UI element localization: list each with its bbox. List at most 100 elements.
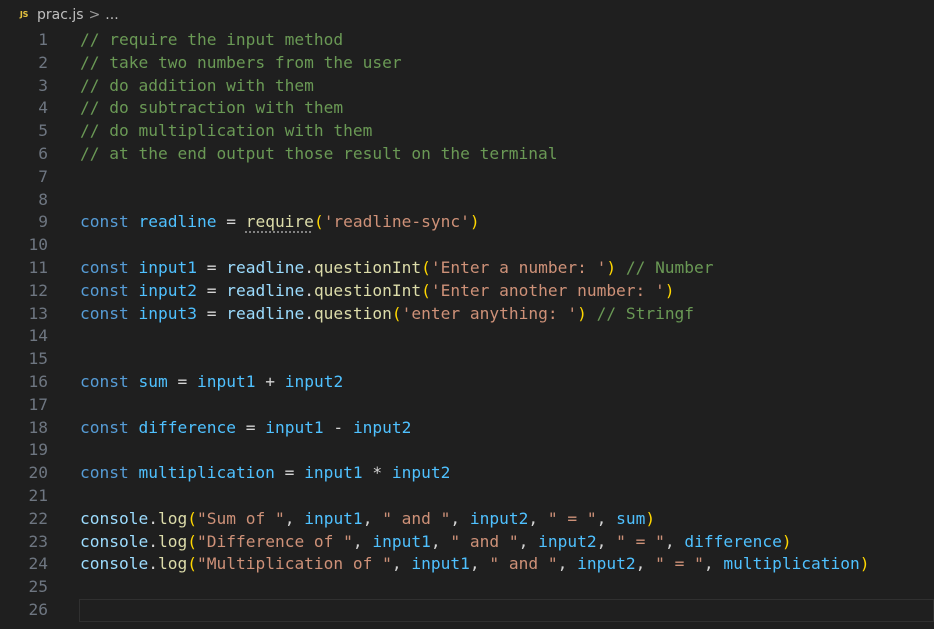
code-token: input3	[138, 303, 197, 323]
line-number: 24	[28, 554, 49, 574]
code-token: )	[664, 280, 675, 300]
code-token: ,	[596, 508, 617, 528]
code-token: readline	[226, 257, 305, 277]
code-line[interactable]: 18 const difference = input1 - input2	[0, 417, 934, 440]
code-token: // do addition with them	[80, 75, 314, 95]
code-token: const	[80, 463, 129, 483]
code-token: difference	[684, 531, 782, 551]
code-line[interactable]: 23 console.log("Difference of ", input1, …	[0, 531, 934, 554]
code-token: input2	[138, 280, 197, 300]
code-token: " and "	[450, 531, 519, 551]
code-token: =	[216, 212, 246, 232]
code-line[interactable]: 14	[0, 325, 934, 348]
code-line[interactable]: 4 // do subtraction with them	[0, 97, 934, 120]
code-token: ,	[430, 531, 451, 551]
code-token: console	[80, 531, 149, 551]
code-text: // take two numbers from the user	[80, 52, 402, 75]
code-token: =	[196, 303, 227, 323]
code-token: input2	[469, 508, 529, 528]
code-token: (	[187, 531, 197, 551]
code-token: // do multiplication with them	[80, 121, 373, 141]
code-token: input2	[538, 531, 597, 551]
current-line-highlight	[79, 598, 934, 622]
line-number: 9	[38, 212, 48, 232]
line-number: 15	[28, 349, 49, 369]
code-token: "Difference of "	[196, 531, 353, 551]
code-token: log	[157, 508, 188, 528]
code-line[interactable]: 9 const readline = require('readline-sync…	[0, 211, 934, 234]
line-number: 25	[28, 577, 49, 597]
code-token: -	[323, 417, 353, 437]
code-line[interactable]: 17	[0, 394, 934, 417]
code-line[interactable]: 21	[0, 485, 934, 508]
code-line[interactable]: 2 // take two numbers from the user	[0, 52, 934, 75]
code-text: // require the input method	[80, 29, 343, 52]
line-number: 1	[38, 30, 48, 49]
code-token: input1	[265, 417, 324, 437]
code-line[interactable]: 15	[0, 348, 934, 371]
code-token: // require the input method	[80, 30, 344, 49]
line-number: 20	[28, 463, 49, 483]
code-line[interactable]: 22 console.log("Sum of ", input1, " and "…	[0, 508, 934, 531]
line-number: 4	[38, 98, 48, 118]
code-token: const	[80, 371, 129, 391]
code-line[interactable]: 6 // at the end output those result on th…	[0, 143, 934, 166]
code-token: )	[859, 554, 870, 574]
code-line[interactable]: 5 // do multiplication with them	[0, 120, 934, 143]
code-token: // Stringf	[596, 303, 695, 323]
code-token: input1	[138, 257, 197, 277]
code-line[interactable]: 1 // require the input method	[0, 29, 934, 52]
code-token: input1	[304, 508, 363, 528]
code-token: " = "	[616, 531, 665, 551]
code-token: )	[645, 508, 656, 528]
code-token: 'Enter a number: '	[430, 257, 607, 277]
line-number: 21	[28, 485, 49, 505]
code-token: " = "	[655, 554, 704, 574]
code-token: ,	[664, 531, 685, 551]
code-token: ,	[352, 531, 373, 551]
code-line[interactable]: 8	[0, 189, 934, 212]
code-token: =	[196, 280, 227, 300]
code-token: .	[148, 554, 158, 574]
code-editor[interactable]: 1 // require the input method 2 // take two…	[0, 29, 934, 622]
code-token: console	[80, 508, 149, 528]
breadcrumb-file[interactable]: prac.js	[37, 7, 84, 23]
code-line[interactable]: 20 const multiplication = input1 * input2	[0, 462, 934, 485]
code-token: " = "	[547, 508, 597, 528]
code-token: log	[157, 531, 188, 551]
code-token: (	[313, 212, 324, 232]
code-token: "Multiplication of "	[196, 554, 392, 574]
code-line[interactable]: 16 const sum = input1 + input2	[0, 371, 934, 394]
code-token: "Sum of "	[196, 508, 285, 528]
code-token: // Number	[625, 257, 714, 277]
code-line[interactable]: 10	[0, 234, 934, 257]
code-token: " and "	[382, 508, 451, 528]
code-token: readline	[226, 303, 305, 323]
code-token: =	[167, 371, 197, 391]
code-token: // do subtraction with them	[80, 98, 344, 118]
code-token: difference	[138, 417, 236, 437]
code-line[interactable]: 26	[0, 598, 934, 622]
code-token: input1	[196, 371, 256, 391]
code-line[interactable]: 11 const input1 = readline.questionInt('E…	[0, 257, 934, 280]
code-token: const	[80, 257, 129, 277]
code-token: console	[80, 554, 149, 574]
breadcrumb-symbols[interactable]: ...	[105, 7, 118, 23]
code-line[interactable]: 13 const input3 = readline.question('ente…	[0, 303, 934, 326]
code-line[interactable]: 24 console.log("Multiplication of ", inpu…	[0, 553, 934, 576]
code-token: =	[235, 417, 266, 437]
code-token: " and "	[489, 554, 558, 574]
code-token: multiplication	[723, 554, 860, 574]
code-line[interactable]: 7	[0, 166, 934, 189]
line-number: 16	[28, 371, 49, 391]
code-token: (	[187, 508, 197, 528]
code-line[interactable]: 25	[0, 576, 934, 599]
code-token: )	[469, 212, 480, 232]
line-number: 10	[28, 235, 49, 255]
code-token: log	[157, 554, 188, 574]
code-line[interactable]: 19	[0, 439, 934, 462]
code-line[interactable]: 12 const input2 = readline.questionInt('E…	[0, 280, 934, 303]
code-line[interactable]: 3 // do addition with them	[0, 75, 934, 98]
code-token: ,	[635, 554, 656, 574]
